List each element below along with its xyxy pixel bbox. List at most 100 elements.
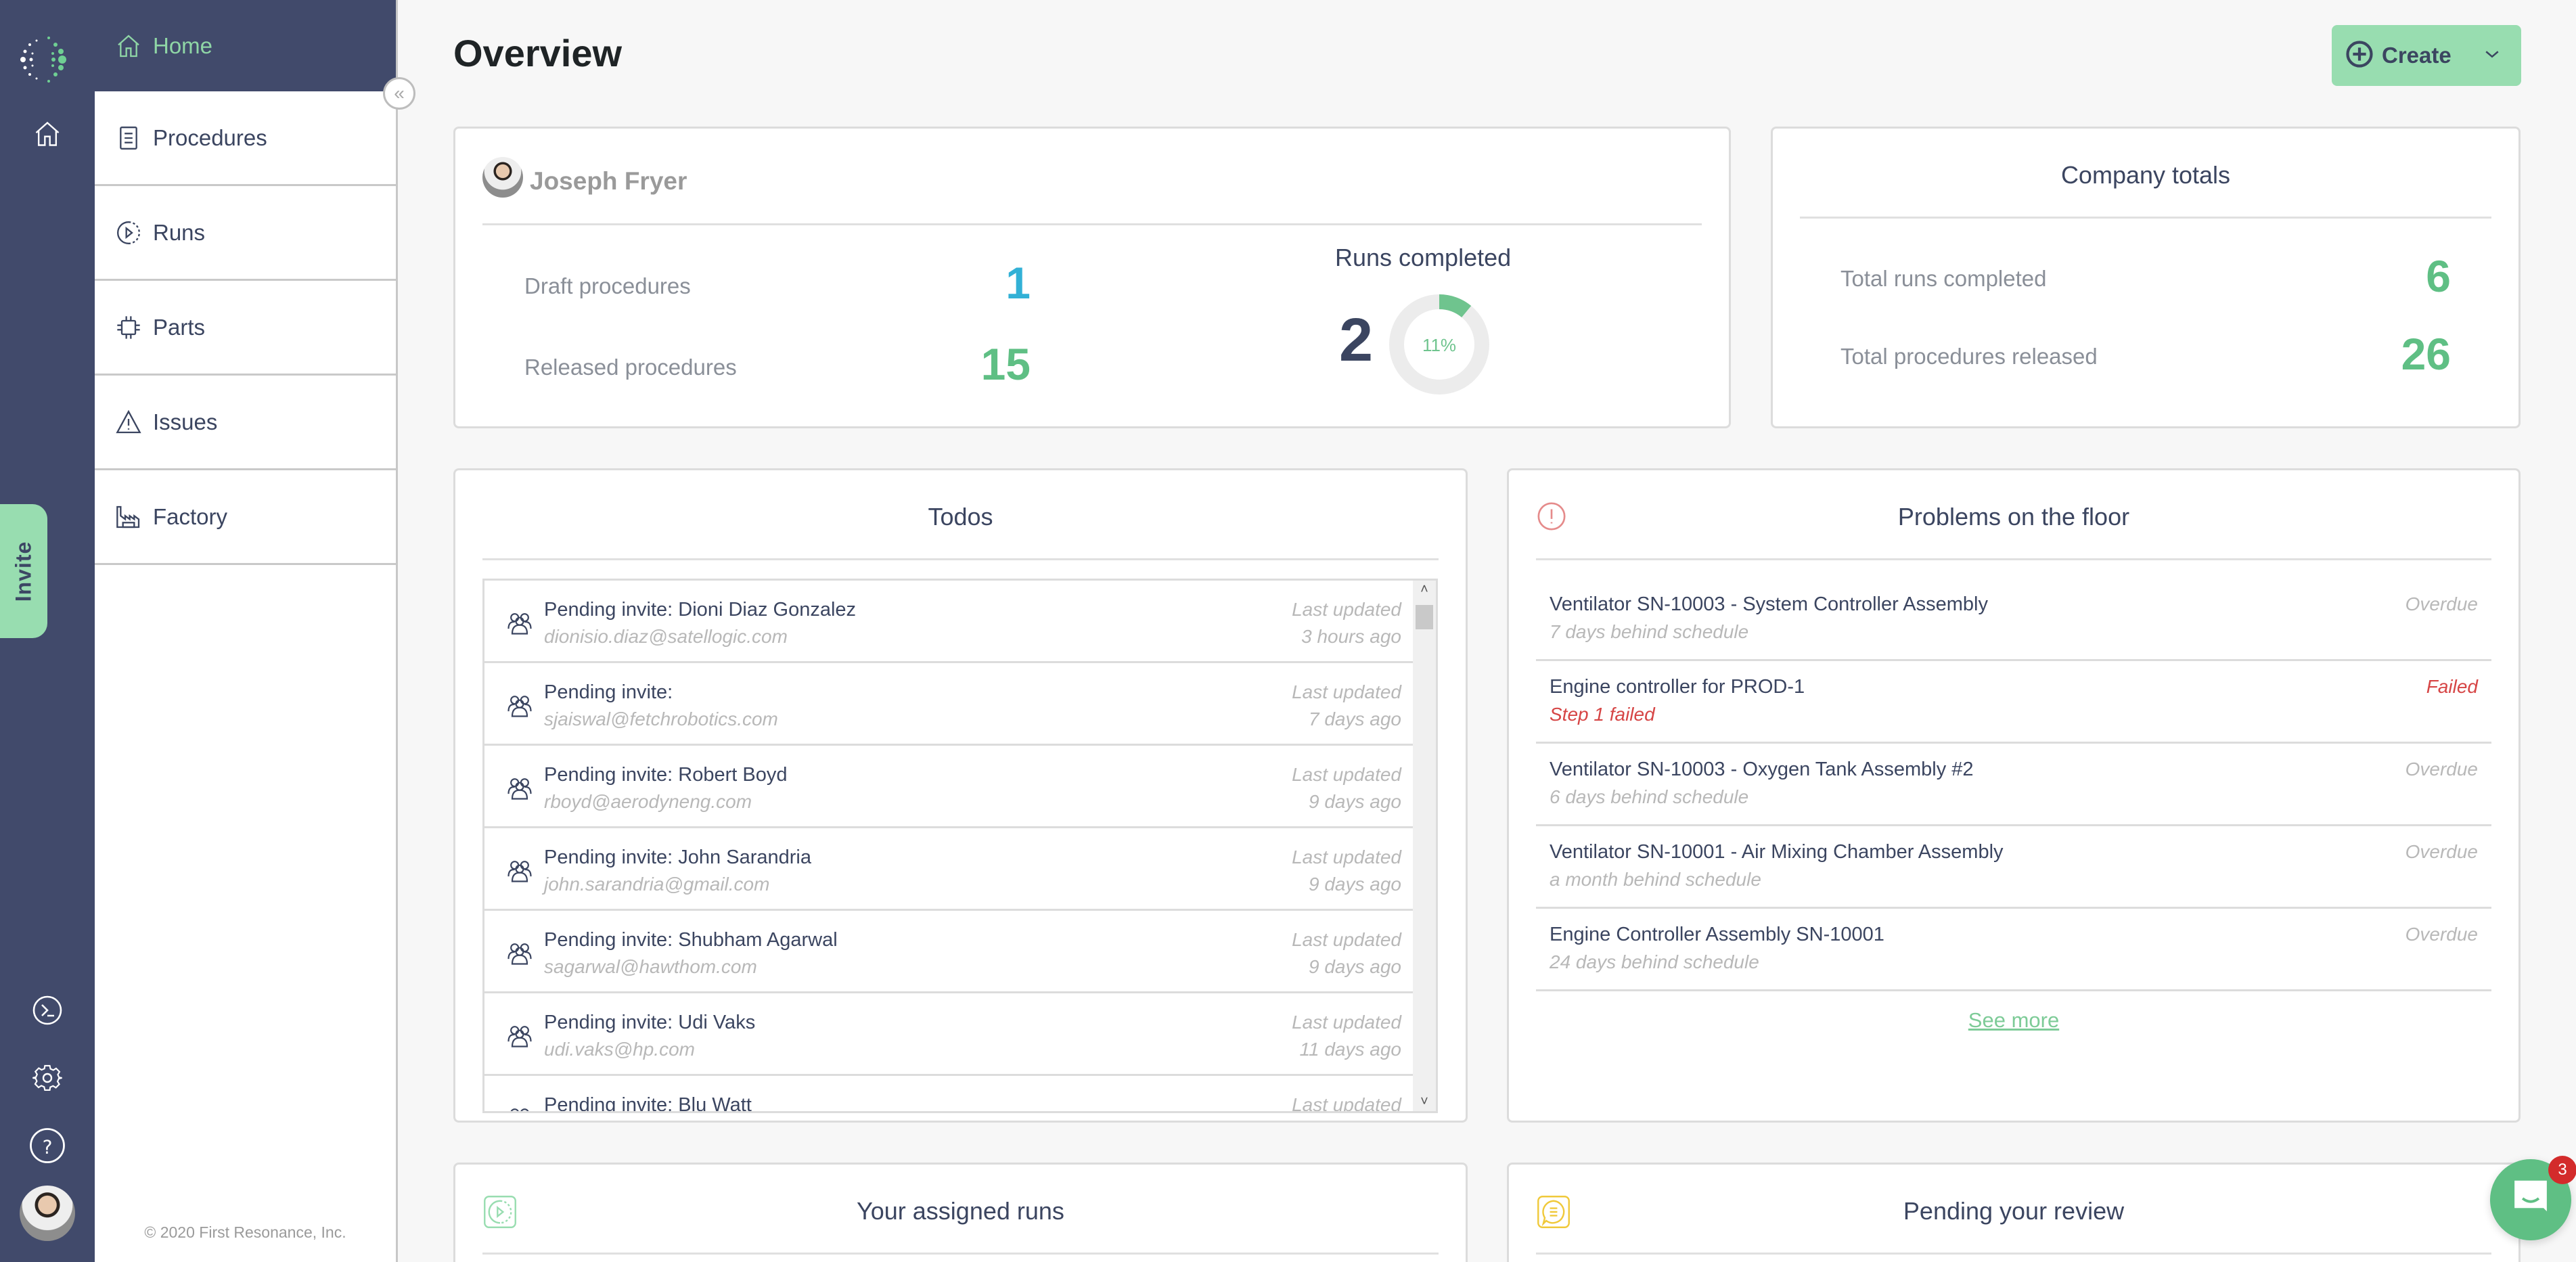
todo-updated-label: Last updated <box>1292 847 1401 867</box>
chevrons-left-icon: « <box>394 83 405 104</box>
runs-progress-donut: 11% <box>1389 294 1489 395</box>
pending-review-card: Pending your review <box>1507 1163 2521 1262</box>
gear-icon[interactable] <box>27 1058 68 1098</box>
user-stats-card: Joseph Fryer Draft procedures 1 Released… <box>453 127 1731 428</box>
nav-panel: Home Procedures Runs Parts Issues Factor… <box>95 0 398 1262</box>
todo-item[interactable]: Pending invite: Shubham Agarwal sagarwal@… <box>484 911 1415 993</box>
scroll-thumb[interactable] <box>1416 605 1433 629</box>
problem-item[interactable]: Engine controller for PROD-1 Step 1 faile… <box>1536 661 2491 744</box>
nav-item-home[interactable]: Home <box>95 0 396 91</box>
divider <box>1800 217 2491 219</box>
pending-review-title: Pending your review <box>1903 1197 2125 1225</box>
todo-item[interactable]: Pending invite: Robert Boyd rboyd@aerodyn… <box>484 746 1415 828</box>
scroll-down-icon[interactable]: ˅ <box>1413 1094 1436 1110</box>
users-icon <box>505 1103 535 1111</box>
divider <box>482 558 1439 560</box>
todo-email: john.sarandria@gmail.com <box>544 874 770 895</box>
released-procedures-value[interactable]: 15 <box>929 338 1031 390</box>
divider <box>482 1253 1439 1255</box>
problem-item[interactable]: Ventilator SN-10003 - System Controller … <box>1536 579 2491 661</box>
help-icon[interactable]: ? <box>27 1125 68 1166</box>
user-avatar[interactable] <box>20 1186 75 1241</box>
scroll-up-icon[interactable]: ˄ <box>1413 582 1436 598</box>
nav-item-runs[interactable]: Runs <box>95 186 396 281</box>
nav-item-label: Runs <box>153 219 206 245</box>
home-icon[interactable] <box>27 114 68 154</box>
chat-icon <box>2511 1177 2550 1223</box>
todo-updated-time: 11 days ago <box>1299 1039 1402 1060</box>
todo-email: udi.vaks@hp.com <box>544 1039 695 1060</box>
logo-icon[interactable] <box>16 31 78 88</box>
nav-item-procedures[interactable]: Procedures <box>95 91 396 186</box>
donut-percent-label: 11% <box>1422 335 1456 355</box>
todo-item[interactable]: Pending invite: Udi Vaks udi.vaks@hp.com L… <box>484 993 1415 1076</box>
problem-detail: 7 days behind schedule <box>1550 621 1749 642</box>
todo-updated-label: Last updated <box>1292 1094 1401 1113</box>
users-icon <box>505 608 535 637</box>
problem-status: Overdue <box>2405 759 2478 780</box>
nav-item-parts[interactable]: Parts <box>95 281 396 376</box>
runs-completed-value: 2 <box>1339 307 1374 374</box>
home-icon <box>114 31 143 61</box>
total-procedures-value: 26 <box>2401 329 2451 379</box>
todo-email: dionisio.diaz@satellogic.com <box>544 626 788 647</box>
problems-title: Problems on the floor <box>1897 503 2130 531</box>
todo-updated-time: 9 days ago <box>1309 956 1401 977</box>
problem-status: Overdue <box>2405 841 2478 862</box>
todo-item[interactable]: Pending invite: John Sarandria john.saran… <box>484 828 1415 911</box>
todo-updated-label: Last updated <box>1292 681 1401 702</box>
todo-updated-label: Last updated <box>1292 929 1401 950</box>
nav-item-label: Procedures <box>153 125 267 150</box>
nav-home-label: Home <box>153 32 213 58</box>
todo-title: Pending invite: Dioni Diaz Gonzalez <box>544 599 857 621</box>
todo-title: Pending invite: John Sarandria <box>544 847 811 868</box>
warning-icon <box>114 407 143 437</box>
invite-button[interactable]: Invite <box>0 504 47 638</box>
nav-item-issues[interactable]: Issues <box>95 376 396 470</box>
assigned-runs-title: Your assigned runs <box>857 1197 1064 1225</box>
chevron-down-icon[interactable] <box>2482 44 2502 68</box>
draft-procedures-value[interactable]: 1 <box>929 257 1031 309</box>
chip-icon <box>114 313 143 342</box>
todo-updated-time: 9 days ago <box>1309 791 1401 812</box>
users-icon <box>505 690 535 720</box>
todo-updated-label: Last updated <box>1292 1012 1401 1033</box>
company-totals-title: Company totals <box>2060 161 2231 189</box>
divider <box>1536 558 2491 560</box>
todo-email: sjaiswal@fetchrobotics.com <box>544 708 778 729</box>
see-more-link[interactable]: See more <box>1509 1008 2518 1033</box>
total-runs-label: Total runs completed <box>1840 266 2047 291</box>
todo-email: sagarwal@hawthom.com <box>544 956 757 977</box>
problem-item[interactable]: Ventilator SN-10003 - Oxygen Tank Assemb… <box>1536 744 2491 826</box>
todo-title: Pending invite: Robert Boyd <box>544 764 788 786</box>
create-button[interactable]: Create <box>2332 25 2521 86</box>
nav-item-label: Factory <box>153 503 228 529</box>
todos-card: Todos Pending invite: Dioni Diaz Gonzale… <box>453 468 1468 1123</box>
create-label: Create <box>2382 43 2451 68</box>
nav-item-label: Issues <box>153 409 218 434</box>
user-name: Joseph Fryer <box>530 167 687 195</box>
nav-item-factory[interactable]: Factory <box>95 470 396 565</box>
todo-item[interactable]: Pending invite: Dioni Diaz Gonzalez dioni… <box>484 581 1415 663</box>
users-icon <box>505 1020 535 1050</box>
svg-text:?: ? <box>43 1136 53 1158</box>
problem-title: Engine controller for PROD-1 <box>1550 676 1805 698</box>
problem-item[interactable]: Engine Controller Assembly SN-10001 24 da… <box>1536 909 2491 991</box>
todo-updated-time: 9 days ago <box>1309 874 1401 895</box>
todo-item[interactable]: Pending invite: sjaiswal@fetchrobotics.co… <box>484 663 1415 746</box>
todo-updated-time: 7 days ago <box>1309 708 1401 729</box>
todo-email: rboyd@aerodyneng.com <box>544 791 752 812</box>
users-icon <box>505 855 535 885</box>
terminal-icon[interactable] <box>27 990 68 1031</box>
runs-completed-title: Runs completed <box>1335 244 1512 271</box>
document-icon <box>114 123 143 153</box>
todos-scrollbar[interactable]: ˄ ˅ <box>1413 581 1436 1111</box>
user-card-avatar <box>482 157 523 198</box>
todos-list[interactable]: Pending invite: Dioni Diaz Gonzalez dioni… <box>482 579 1438 1113</box>
problem-item[interactable]: Ventilator SN-10001 - Air Mixing Chamber… <box>1536 826 2491 909</box>
invite-label: Invite <box>11 541 36 602</box>
todo-item[interactable]: Pending invite: Blu Watt Last updated <box>484 1076 1415 1113</box>
collapse-sidebar-button[interactable]: « <box>383 77 415 110</box>
chat-unread-badge: 3 <box>2548 1156 2576 1184</box>
todo-updated-label: Last updated <box>1292 599 1401 620</box>
